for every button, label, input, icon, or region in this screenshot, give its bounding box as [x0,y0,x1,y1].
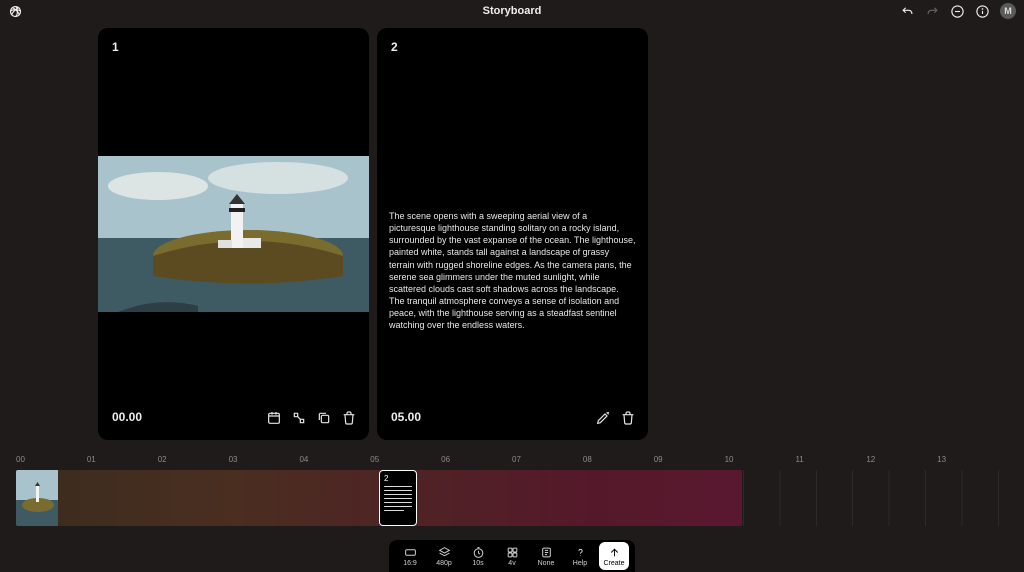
variations-label: 4v [508,560,515,567]
ruler-tick: 13 [937,455,1008,467]
clip-card-number: 2 [384,474,412,483]
create-button[interactable]: Create [599,542,629,570]
split-icon[interactable] [291,410,307,426]
trash-icon[interactable] [620,410,636,426]
timeline-clip-1[interactable] [16,470,379,526]
storyboard-cards: 1 00.00 2 The scene opens with a sweepin… [98,28,648,440]
duration-label: 10s [472,560,483,567]
ruler-tick: 11 [795,455,866,467]
style-button[interactable]: None [531,542,561,570]
ruler-tick: 07 [512,455,583,467]
card-number: 2 [391,40,398,54]
variations-button[interactable]: 4v [497,542,527,570]
card-actions [595,410,636,426]
ruler-tick: 02 [158,455,229,467]
aspect-ratio-button[interactable]: 16:9 [395,542,425,570]
user-avatar[interactable]: M [1000,3,1016,19]
create-label: Create [603,560,624,567]
redo-icon [925,4,940,19]
ruler-tick: 01 [87,455,158,467]
card-number: 1 [112,40,119,54]
ruler-tick: 04 [299,455,370,467]
calendar-icon[interactable] [266,410,282,426]
aspect-label: 16:9 [403,560,417,567]
duration-button[interactable]: 10s [463,542,493,570]
timeline-clip-2[interactable]: 2 [379,470,742,526]
help-button[interactable]: Help [565,542,595,570]
timeline-ruler: 0001020304050607080910111213 [16,455,1008,467]
help-label: Help [573,560,587,567]
ruler-tick: 05 [370,455,441,467]
brand-icon[interactable] [8,4,23,19]
page-title: Storyboard [0,5,1024,17]
duplicate-icon[interactable] [316,410,332,426]
bottom-toolbar: 16:9 480p 10s 4v None Help Create [389,540,635,572]
minus-circle-icon[interactable] [950,4,965,19]
resolution-button[interactable]: 480p [429,542,459,570]
ruler-tick: 03 [229,455,300,467]
card-actions [266,410,357,426]
style-label: None [538,560,555,567]
clip-text-card[interactable]: 2 [379,470,417,526]
card-time: 05.00 [391,410,421,424]
card-time: 00.00 [112,410,142,424]
ruler-tick: 09 [654,455,725,467]
ruler-tick: 08 [583,455,654,467]
undo-icon[interactable] [900,4,915,19]
resolution-label: 480p [436,560,452,567]
card-description: The scene opens with a sweeping aerial v… [389,210,636,331]
storyboard-card-2[interactable]: 2 The scene opens with a sweeping aerial… [377,28,648,440]
ruler-tick: 10 [725,455,796,467]
ruler-tick: 00 [16,455,87,467]
clip-thumbnail [16,470,58,526]
info-circle-icon[interactable] [975,4,990,19]
storyboard-card-1[interactable]: 1 00.00 [98,28,369,440]
ruler-tick: 06 [441,455,512,467]
top-bar: Storyboard M [0,0,1024,22]
trash-icon[interactable] [341,410,357,426]
edit-icon[interactable] [595,410,611,426]
timeline-strip[interactable]: 2 [16,470,742,526]
card-thumbnail [98,156,369,312]
ruler-tick: 12 [866,455,937,467]
